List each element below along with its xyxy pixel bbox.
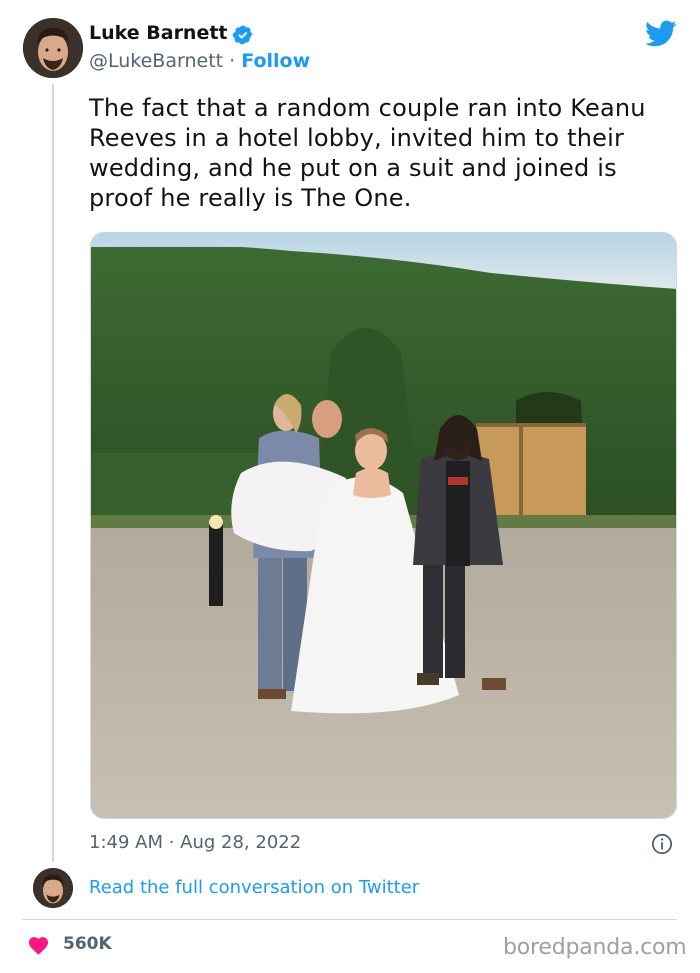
avatar[interactable] [23,18,83,78]
tweet-card: Luke Barnett @LukeBarnett · Follow The f… [0,0,700,973]
separator: · [229,50,236,72]
avatar-small[interactable] [33,868,73,908]
author-name[interactable]: Luke Barnett [89,22,228,44]
divider [22,919,677,920]
twitter-bird-icon[interactable] [645,20,677,48]
heart-icon[interactable] [27,934,50,955]
tweet-photo[interactable] [90,232,677,819]
handle-row: @LukeBarnett · Follow [89,50,310,72]
read-conversation-link[interactable]: Read the full conversation on Twitter [89,877,419,898]
thread-line [52,84,54,862]
tweet-timestamp[interactable]: 1:49 AM · Aug 28, 2022 [89,832,301,853]
verified-badge-icon [232,25,253,45]
follow-button[interactable]: Follow [241,50,310,72]
info-icon[interactable] [651,833,673,855]
watermark: boredpanda.com [503,935,687,960]
tweet-text: The fact that a random couple ran into K… [89,94,646,212]
likes-count[interactable]: 560K [63,934,112,954]
author-handle[interactable]: @LukeBarnett [89,50,223,72]
